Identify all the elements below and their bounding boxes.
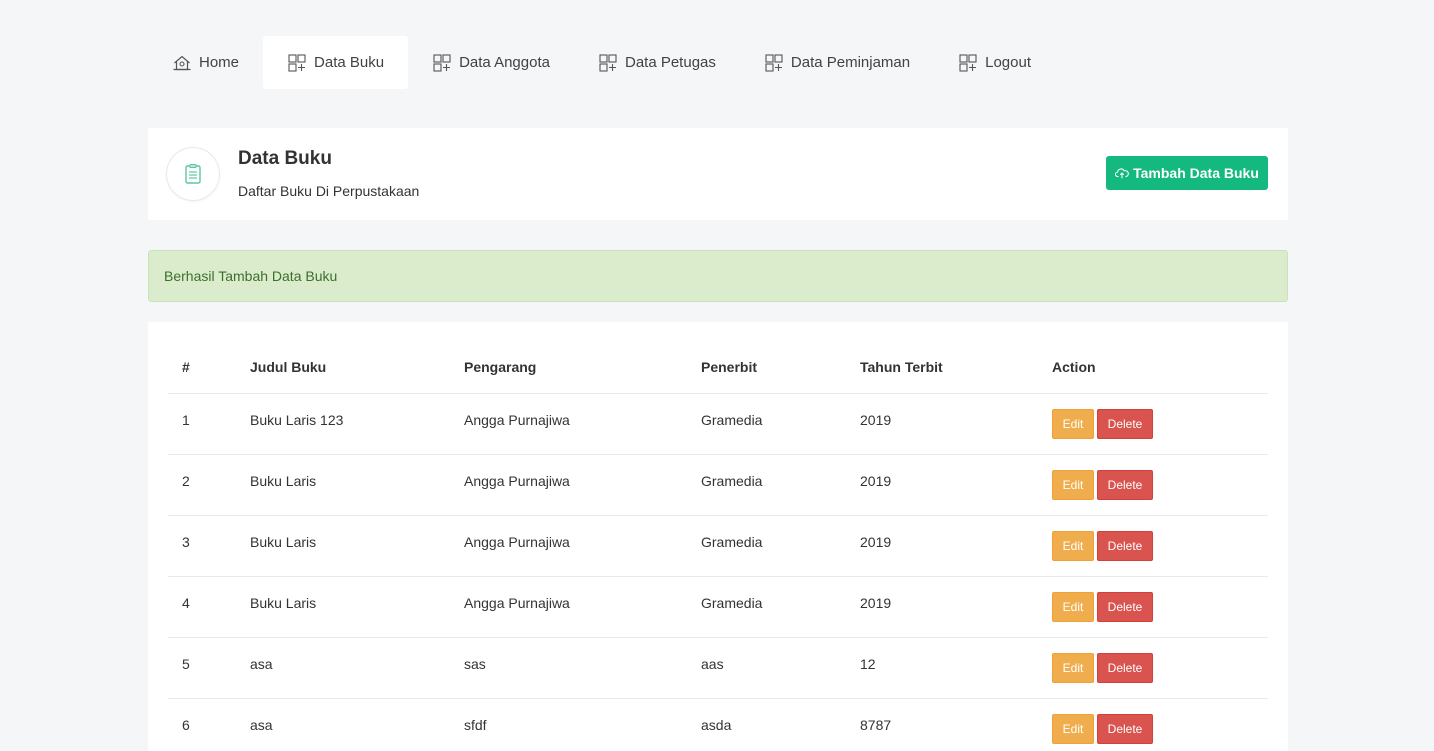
success-alert: Berhasil Tambah Data Buku xyxy=(148,250,1288,302)
clipboard-icon xyxy=(167,148,219,200)
books-table-card: # Judul Buku Pengarang Penerbit Tahun Te… xyxy=(148,322,1288,751)
nav-item-label: Data Anggota xyxy=(459,54,550,71)
edit-button[interactable]: Edit xyxy=(1052,652,1094,683)
cell-judul: Buku Laris xyxy=(250,454,464,516)
cell-number: 6 xyxy=(168,698,250,751)
cell-pengarang: Angga Purnajiwa xyxy=(464,515,701,577)
nav-item-data-buku[interactable]: Data Buku xyxy=(263,36,409,89)
cloud-upload-icon xyxy=(1115,168,1129,179)
cell-number: 1 xyxy=(168,393,250,455)
table-row: 5 asa sas aas 12 Edit Delete xyxy=(168,637,1268,699)
table-row: 6 asa sfdf asda 8787 Edit Delete xyxy=(168,698,1268,751)
cell-number: 3 xyxy=(168,515,250,577)
cell-tahun: 2019 xyxy=(860,515,1052,577)
cell-pengarang: Angga Purnajiwa xyxy=(464,393,701,455)
cell-judul: Buku Laris xyxy=(250,576,464,638)
table-row: 3 Buku Laris Angga Purnajiwa Gramedia 2019 Ed… xyxy=(168,515,1268,577)
table-row: 4 Buku Laris Angga Purnajiwa Gramedia 2019 Ed… xyxy=(168,576,1268,638)
column-header-pengarang: Pengarang xyxy=(464,342,701,394)
table-row: 2 Buku Laris Angga Purnajiwa Gramedia 2019 Ed… xyxy=(168,454,1268,516)
grid-plus-icon xyxy=(958,53,978,73)
cell-action: Edit Delete xyxy=(1052,698,1268,751)
cell-number: 2 xyxy=(168,454,250,516)
cell-tahun: 8787 xyxy=(860,698,1052,751)
delete-button[interactable]: Delete xyxy=(1097,652,1153,683)
grid-plus-icon xyxy=(287,53,307,73)
home-icon xyxy=(172,53,192,73)
top-nav: Home Data Buku Data Anggota Data Petugas Dat… xyxy=(148,36,1055,89)
books-table: # Judul Buku Pengarang Penerbit Tahun Te… xyxy=(168,342,1268,751)
page-header: Data Buku Daftar Buku Di Perpustakaan Ta… xyxy=(148,128,1288,220)
cell-pengarang: sfdf xyxy=(464,698,701,751)
add-book-button[interactable]: Tambah Data Buku xyxy=(1106,156,1268,190)
cell-penerbit: Gramedia xyxy=(701,393,860,455)
column-header-judul: Judul Buku xyxy=(250,342,464,394)
cell-penerbit: asda xyxy=(701,698,860,751)
cell-tahun: 2019 xyxy=(860,576,1052,638)
cell-judul: Buku Laris xyxy=(250,515,464,577)
delete-button[interactable]: Delete xyxy=(1097,469,1153,500)
nav-item-data-petugas[interactable]: Data Petugas xyxy=(574,36,740,89)
table-header-row: # Judul Buku Pengarang Penerbit Tahun Te… xyxy=(168,342,1268,394)
nav-item-label: Data Buku xyxy=(314,54,385,71)
edit-button[interactable]: Edit xyxy=(1052,591,1094,622)
edit-button[interactable]: Edit xyxy=(1052,713,1094,744)
edit-button[interactable]: Edit xyxy=(1052,530,1094,561)
cell-penerbit: aas xyxy=(701,637,860,699)
column-header-action: Action xyxy=(1052,342,1268,394)
delete-button[interactable]: Delete xyxy=(1097,591,1153,622)
cell-action: Edit Delete xyxy=(1052,576,1268,638)
add-book-button-label: Tambah Data Buku xyxy=(1133,165,1259,181)
cell-pengarang: sas xyxy=(464,637,701,699)
nav-item-data-anggota[interactable]: Data Anggota xyxy=(408,36,574,89)
cell-action: Edit Delete xyxy=(1052,454,1268,516)
nav-item-label: Data Peminjaman xyxy=(790,54,911,71)
nav-item-data-peminjaman[interactable]: Data Peminjaman xyxy=(740,36,934,89)
delete-button[interactable]: Delete xyxy=(1097,713,1153,744)
cell-penerbit: Gramedia xyxy=(701,454,860,516)
cell-pengarang: Angga Purnajiwa xyxy=(464,454,701,516)
cell-pengarang: Angga Purnajiwa xyxy=(464,576,701,638)
page-title: Data Buku xyxy=(238,148,332,169)
grid-plus-icon xyxy=(764,53,784,73)
nav-item-home[interactable]: Home xyxy=(148,36,263,89)
cell-judul: asa xyxy=(250,637,464,699)
cell-tahun: 2019 xyxy=(860,393,1052,455)
cell-penerbit: Gramedia xyxy=(701,576,860,638)
cell-number: 4 xyxy=(168,576,250,638)
table-row: 1 Buku Laris 123 Angga Purnajiwa Gramedia 20… xyxy=(168,393,1268,455)
cell-action: Edit Delete xyxy=(1052,637,1268,699)
delete-button[interactable]: Delete xyxy=(1097,408,1153,439)
cell-penerbit: Gramedia xyxy=(701,515,860,577)
page-subtitle: Daftar Buku Di Perpustakaan xyxy=(238,183,420,199)
grid-plus-icon xyxy=(432,53,452,73)
column-header-penerbit: Penerbit xyxy=(701,342,860,394)
cell-action: Edit Delete xyxy=(1052,515,1268,577)
cell-number: 5 xyxy=(168,637,250,699)
nav-item-label: Home xyxy=(199,54,240,71)
edit-button[interactable]: Edit xyxy=(1052,408,1094,439)
cell-action: Edit Delete xyxy=(1052,393,1268,455)
column-header-number: # xyxy=(168,342,250,394)
edit-button[interactable]: Edit xyxy=(1052,469,1094,500)
cell-tahun: 12 xyxy=(860,637,1052,699)
grid-plus-icon xyxy=(598,53,618,73)
cell-tahun: 2019 xyxy=(860,454,1052,516)
nav-item-label: Data Petugas xyxy=(624,54,716,71)
alert-message: Berhasil Tambah Data Buku xyxy=(164,268,338,284)
column-header-tahun: Tahun Terbit xyxy=(860,342,1052,394)
cell-judul: Buku Laris 123 xyxy=(250,393,464,455)
cell-judul: asa xyxy=(250,698,464,751)
delete-button[interactable]: Delete xyxy=(1097,530,1153,561)
nav-item-label: Logout xyxy=(985,54,1032,71)
nav-item-logout[interactable]: Logout xyxy=(934,36,1055,89)
